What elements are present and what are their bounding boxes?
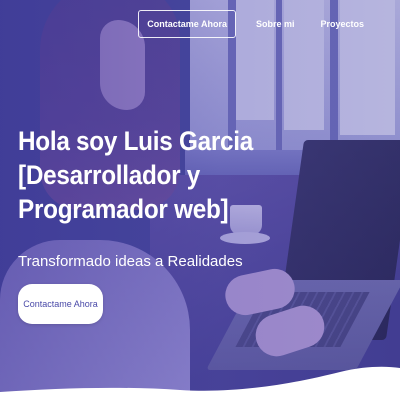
hero-title-line: Programador web] [18, 194, 229, 224]
hero-section: Contactame Ahora Sobre mi Proyectos Hola… [0, 0, 400, 400]
hero-subtitle: Transformado ideas a Realidades [18, 253, 243, 270]
hero-title-line: Hola soy Luis Garcia [18, 126, 253, 156]
hero-title-line: [Desarrollador y [18, 160, 201, 190]
nav-link-projects[interactable]: Proyectos [312, 10, 372, 38]
nav-link-about[interactable]: Sobre mi [248, 10, 303, 38]
contact-now-button[interactable]: Contactame Ahora [138, 10, 236, 38]
top-navigation: Contactame Ahora Sobre mi Proyectos [138, 10, 378, 38]
hero-contact-button[interactable]: Contactame Ahora [18, 284, 103, 324]
bottom-wave-divider [0, 366, 400, 400]
hero-title: Hola soy Luis Garcia [Desarrollador y Pr… [18, 124, 288, 226]
